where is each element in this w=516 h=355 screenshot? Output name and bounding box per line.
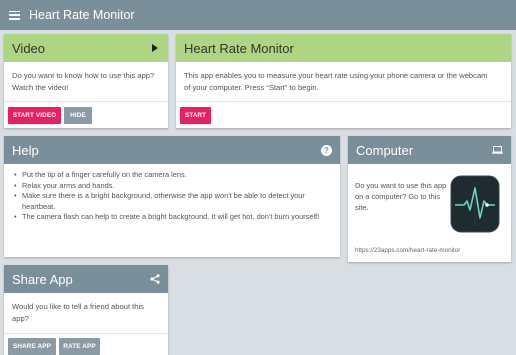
play-icon[interactable] xyxy=(152,44,158,52)
divider xyxy=(4,333,168,334)
help-item: The camera flash can help to create a br… xyxy=(14,212,330,223)
help-item: Make sure there is a bright background, … xyxy=(14,191,330,212)
help-icon[interactable]: ? xyxy=(321,144,332,156)
share-card-header: Share App xyxy=(4,265,168,293)
help-card-header: Help ? xyxy=(4,136,340,164)
share-app-button[interactable]: SHARE APP xyxy=(8,338,56,355)
divider xyxy=(4,101,168,102)
video-card: Video Do you want to know how to use thi… xyxy=(4,34,168,128)
help-card: Help ? Put the tip of a finger carefully… xyxy=(4,136,340,257)
computer-card-text: Do you want to use this app on a compute… xyxy=(355,181,447,212)
help-item: Relax your arms and hands. xyxy=(14,181,330,192)
hrm-card-title: Heart Rate Monitor xyxy=(184,40,294,56)
hrm-card-text: This app enables you to measure your hea… xyxy=(184,71,488,92)
hrm-card-header: Heart Rate Monitor xyxy=(176,34,511,62)
share-card-text: Would you like to tell a friend about th… xyxy=(12,302,144,323)
divider xyxy=(176,101,511,102)
share-icon[interactable] xyxy=(150,274,160,284)
share-card-title: Share App xyxy=(12,271,73,287)
share-app-card: Share App Would you like to tell a frien… xyxy=(4,265,168,355)
video-card-text: Do you want to know how to use this app?… xyxy=(12,71,155,92)
app-title: Heart Rate Monitor xyxy=(29,8,135,22)
rate-app-button[interactable]: RATE APP xyxy=(59,338,100,355)
hide-video-button[interactable]: HIDE xyxy=(64,107,92,124)
heart-rate-monitor-card: Heart Rate Monitor This app enables you … xyxy=(176,34,511,128)
help-card-title: Help xyxy=(12,142,39,158)
video-card-title: Video xyxy=(12,40,46,56)
help-list: Put the tip of a finger carefully on the… xyxy=(4,164,340,223)
help-item: Put the tip of a finger carefully on the… xyxy=(14,170,330,181)
site-url-link[interactable]: https://23apps.com/heart-rate-monitor xyxy=(355,247,460,254)
computer-card-title: Computer xyxy=(356,142,414,158)
heart-rate-app-icon xyxy=(450,175,500,233)
start-button[interactable]: START xyxy=(180,107,211,124)
app-bar: Heart Rate Monitor xyxy=(0,0,516,30)
computer-card-header: Computer xyxy=(348,136,511,164)
start-video-button[interactable]: START VIDEO xyxy=(8,107,61,124)
video-card-header: Video xyxy=(4,34,168,62)
hamburger-menu-icon[interactable] xyxy=(9,10,20,20)
computer-card: Computer Do you want to use this app on … xyxy=(348,136,511,262)
laptop-icon xyxy=(492,146,503,154)
